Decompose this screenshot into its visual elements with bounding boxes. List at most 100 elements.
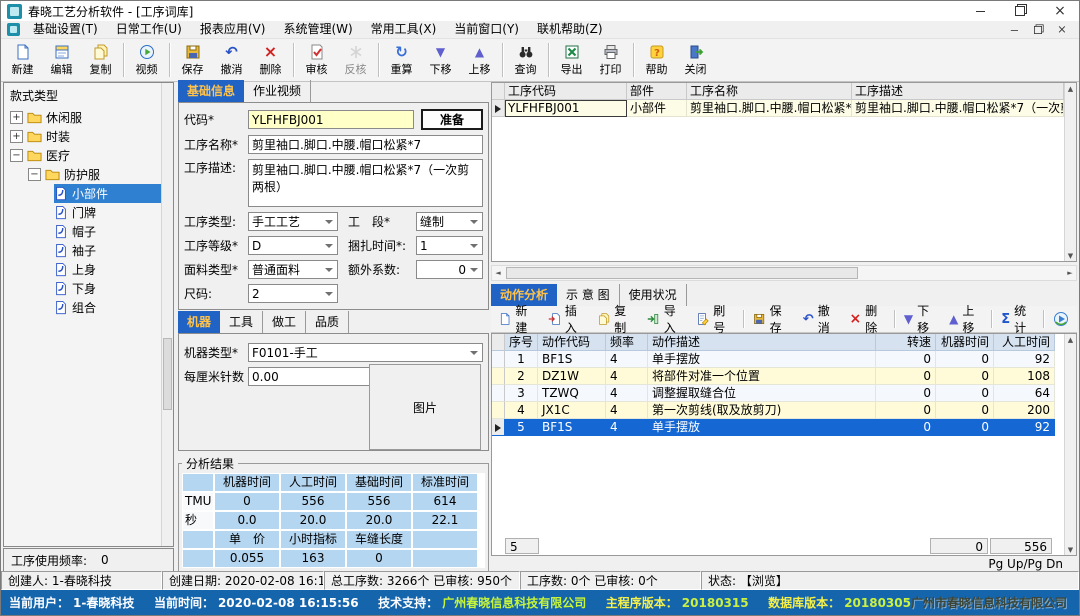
process-desc-textarea[interactable]: 剪里袖口.脚口.中腰.帽口松紧*7（一次剪两根） — [248, 159, 483, 207]
tree-item-hat[interactable]: 帽子 — [6, 222, 161, 241]
menu-basic-settings[interactable]: 基础设置(T) — [24, 21, 107, 38]
column-header[interactable]: 机器时间 — [936, 334, 994, 351]
tree-item-upper-body[interactable]: 上身 — [6, 260, 161, 279]
tree-item-casual[interactable]: +休闲服 — [6, 108, 161, 127]
process-table-scrollbar[interactable]: ▲▼ — [1064, 83, 1076, 261]
stage-select[interactable]: 缝制 — [416, 212, 483, 231]
column-header[interactable]: 部件 — [627, 83, 687, 100]
menu-help[interactable]: 联机帮助(Z) — [528, 21, 612, 38]
scroll-up-icon[interactable]: ▲ — [1065, 83, 1076, 94]
code-input[interactable] — [248, 110, 414, 129]
action-new-button[interactable]: 新建 — [493, 308, 542, 330]
action-delete-button[interactable]: ×删除 — [844, 308, 891, 330]
action-table-scrollbar[interactable]: ▲▼ — [1064, 334, 1076, 555]
column-header[interactable]: 工序名称 — [687, 83, 852, 100]
toolbar-audit-button[interactable]: 审核 — [297, 39, 336, 81]
extra-factor-select[interactable]: 0 — [416, 260, 483, 279]
toolbar-recalculate-button[interactable]: ↻重算 — [382, 39, 421, 81]
process-name-input[interactable] — [248, 135, 483, 154]
mdi-minimize-button[interactable] — [1005, 24, 1023, 35]
action-table-row[interactable]: 2 DZ1W 4 将部件对准一个位置 0 0 108 — [492, 368, 1064, 385]
tab-basic-info[interactable]: 基础信息 — [178, 80, 244, 102]
column-header[interactable]: 动作代码 — [538, 334, 606, 351]
toolbar-print-button[interactable]: 打印 — [591, 39, 630, 81]
action-undo-button[interactable]: ↶撤消 — [797, 308, 844, 330]
scroll-up-icon[interactable]: ▲ — [1065, 334, 1076, 345]
toolbar-move-down-button[interactable]: ▼下移 — [421, 39, 460, 81]
toolbar-new-button[interactable]: 新建 — [3, 39, 42, 81]
column-header[interactable]: 人工时间 — [994, 334, 1055, 351]
tree-item-lower-body[interactable]: 下身 — [6, 279, 161, 298]
expand-plus-icon[interactable]: + — [10, 130, 23, 143]
action-table-row[interactable]: 1 BF1S 4 单手摆放 0 0 92 — [492, 351, 1064, 368]
action-save-button[interactable]: 保存 — [747, 308, 796, 330]
toolbar-edit-button[interactable]: 编辑 — [42, 39, 81, 81]
scrollbar-thumb[interactable] — [506, 267, 858, 279]
toolbar-move-up-button[interactable]: ▲上移 — [460, 39, 499, 81]
action-player-button[interactable] — [1047, 308, 1075, 330]
tree-item-combination[interactable]: 组合 — [6, 298, 161, 317]
column-header[interactable]: 动作描述 — [648, 334, 876, 351]
process-type-select[interactable]: 手工工艺 — [248, 212, 338, 231]
expand-minus-icon[interactable]: − — [28, 168, 41, 181]
bundle-time-select[interactable]: 1 — [416, 236, 483, 255]
ready-button[interactable]: 准备 — [421, 109, 483, 130]
expand-plus-icon[interactable]: + — [10, 111, 23, 124]
toolbar-search-button[interactable]: 查询 — [506, 39, 545, 81]
column-header[interactable]: 转速 — [876, 334, 936, 351]
mdi-close-button[interactable]: × — [1053, 24, 1071, 35]
tree-item-door-plate[interactable]: 门牌 — [6, 203, 161, 222]
tab-work-video[interactable]: 作业视频 — [244, 80, 311, 102]
action-renumber-button[interactable]: 刷号 — [691, 308, 740, 330]
action-import-button[interactable]: 导入 — [641, 308, 690, 330]
toolbar-close-button[interactable]: 关闭 — [676, 39, 715, 81]
column-header[interactable]: 频率 — [606, 334, 648, 351]
toolbar-save-button[interactable]: 保存 — [173, 39, 212, 81]
action-move-down-button[interactable]: ▼下移 — [898, 308, 943, 330]
minimize-button[interactable] — [963, 2, 997, 20]
action-table-row[interactable]: 5 BF1S 4 单手摆放 0 0 92 — [492, 419, 1064, 436]
toolbar-copy-button[interactable]: 复制 — [81, 39, 120, 81]
tree-scrollbar[interactable] — [161, 83, 173, 546]
scrollbar-thumb[interactable] — [163, 338, 172, 410]
tree-item-sleeve[interactable]: 袖子 — [6, 241, 161, 260]
column-header[interactable]: 工序代码 — [505, 83, 627, 100]
column-header[interactable]: 序号 — [505, 334, 538, 351]
close-button[interactable]: × — [1043, 2, 1077, 20]
restore-button[interactable] — [1003, 2, 1037, 20]
toolbar-video-button[interactable]: 视频 — [127, 39, 166, 81]
toolbar-delete-button[interactable]: ×删除 — [251, 39, 290, 81]
scroll-left-icon[interactable]: ◄ — [492, 269, 504, 277]
process-table-hscrollbar[interactable]: ◄ ► — [491, 265, 1077, 281]
action-move-up-button[interactable]: ▲上移 — [943, 308, 988, 330]
toolbar-undo-button[interactable]: ↶撤消 — [212, 39, 251, 81]
expand-minus-icon[interactable]: − — [10, 149, 23, 162]
tab-quality[interactable]: 品质 — [306, 311, 349, 333]
action-table-row[interactable]: 4 JX1C 4 第一次剪线(取及放剪刀) 0 0 200 — [492, 402, 1064, 419]
scroll-down-icon[interactable]: ▼ — [1065, 250, 1076, 261]
menu-tools[interactable]: 常用工具(X) — [362, 21, 446, 38]
tab-workmanship[interactable]: 做工 — [263, 311, 306, 333]
menu-current-window[interactable]: 当前窗口(Y) — [445, 21, 528, 38]
action-table-row[interactable]: 3 TZWQ 4 调整握取缝合位 0 0 64 — [492, 385, 1064, 402]
menu-daily-work[interactable]: 日常工作(U) — [107, 21, 191, 38]
action-insert-button[interactable]: 插入 — [542, 308, 591, 330]
stitch-count-input[interactable] — [248, 367, 374, 386]
toolbar-help-button[interactable]: ?帮助 — [637, 39, 676, 81]
action-statistics-button[interactable]: Σ统计 — [995, 308, 1040, 330]
tree-item-small-parts[interactable]: 小部件 — [6, 184, 161, 203]
mdi-restore-button[interactable] — [1029, 24, 1047, 35]
scroll-down-icon[interactable]: ▼ — [1065, 544, 1076, 555]
machine-type-select[interactable]: F0101-手工 — [248, 343, 483, 362]
menu-system[interactable]: 系统管理(W) — [274, 21, 361, 38]
scroll-right-icon[interactable]: ► — [1064, 269, 1076, 277]
tree-item-fashion[interactable]: +时装 — [6, 127, 161, 146]
toolbar-export-button[interactable]: 导出 — [552, 39, 591, 81]
tab-tool[interactable]: 工具 — [220, 311, 263, 333]
tree-item-medical[interactable]: −医疗 — [6, 146, 161, 165]
tree-item-protective-suit[interactable]: −防护服 — [6, 165, 161, 184]
size-select[interactable]: 2 — [248, 284, 338, 303]
menu-reports[interactable]: 报表应用(V) — [191, 21, 275, 38]
process-grade-select[interactable]: D — [248, 236, 338, 255]
process-table-row[interactable]: YLFHFBJ001 小部件 剪里袖口.脚口.中腰.帽口松紧*7 剪里袖口.脚口… — [492, 100, 1064, 117]
